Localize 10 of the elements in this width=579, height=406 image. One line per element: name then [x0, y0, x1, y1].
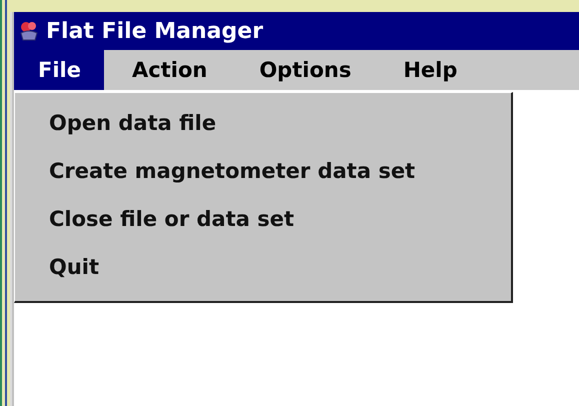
- menu-item[interactable]: Help: [379, 50, 482, 90]
- menu-entry[interactable]: Close file or data set: [15, 195, 511, 243]
- window-title: Flat File Manager: [46, 18, 264, 44]
- menu-item[interactable]: Options: [235, 50, 376, 90]
- menu-entry[interactable]: Open data file: [15, 99, 511, 147]
- menu-item[interactable]: Action: [108, 50, 232, 90]
- menu-entry[interactable]: Quit: [15, 243, 511, 291]
- app-icon: [18, 20, 40, 42]
- menu-entry[interactable]: Create magnetometer data set: [15, 147, 511, 195]
- menu-item[interactable]: File: [14, 50, 104, 90]
